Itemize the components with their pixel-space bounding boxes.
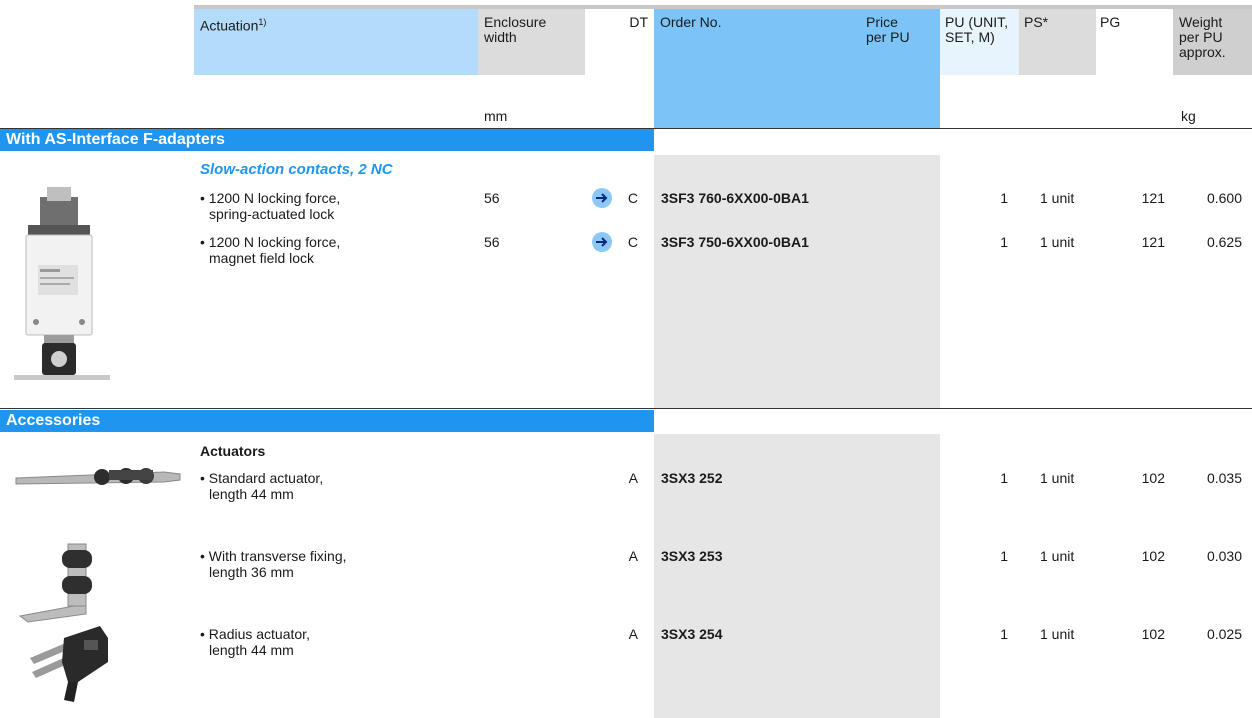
subheading: Actuators: [200, 443, 266, 459]
pg-cell: 102: [1141, 548, 1165, 564]
actuation-cell: • Radius actuator, length 44 mm: [200, 626, 310, 658]
divider: [0, 408, 1252, 409]
header-pu: PU (UNIT, SET, M): [945, 14, 1008, 45]
weight-cell: 0.025: [1206, 626, 1242, 642]
order-no-cell: 3SX3 252: [661, 470, 723, 486]
actuation-line: • Radius actuator,: [200, 626, 310, 642]
actuation-line: length 44 mm: [209, 486, 294, 502]
ps-cell: 1 unit: [1040, 234, 1075, 250]
header-price-per-pu: Price per PU: [866, 14, 910, 45]
header-enclosure-width: Enclosure width: [484, 14, 547, 45]
weight-cell: 0.035: [1206, 470, 1242, 486]
dt-cell: C: [627, 190, 638, 206]
pu-cell: 1: [1000, 470, 1008, 486]
weight-cell: 0.600: [1206, 190, 1242, 206]
actuation-line: • Standard actuator,: [200, 470, 324, 486]
subheading: Slow-action contacts, 2 NC: [200, 161, 393, 178]
pu-cell: 1: [1000, 234, 1008, 250]
header-weight: Weight per PU approx.: [1179, 14, 1226, 60]
actuation-line: length 36 mm: [209, 564, 294, 580]
enclosure-width-cell: 56: [484, 234, 500, 250]
dt-cell: A: [628, 626, 638, 642]
pu-cell: 1: [1000, 190, 1008, 206]
ps-cell: 1 unit: [1040, 190, 1075, 206]
header-dt: DT: [629, 14, 648, 30]
weight-unit: kg: [1181, 108, 1196, 124]
pg-cell: 121: [1141, 234, 1165, 250]
actuation-cell: • 1200 N locking force, magnet field loc…: [200, 234, 340, 266]
actuation-cell: • With transverse fixing, length 36 mm: [200, 548, 347, 580]
radius-actuator-image: [28, 622, 112, 706]
arrow-right-icon: [592, 188, 612, 208]
order-no-cell: 3SF3 760-6XX00-0BA1: [661, 190, 809, 206]
pg-cell: 102: [1141, 626, 1165, 642]
ps-cell: 1 unit: [1040, 548, 1075, 564]
actuation-line: spring-actuated lock: [209, 206, 335, 222]
actuation-line: • 1200 N locking force,: [200, 234, 341, 250]
order-no-cell: 3SX3 254: [661, 626, 723, 642]
order-no-cell: 3SX3 253: [661, 548, 723, 564]
actuation-line: magnet field lock: [209, 250, 315, 266]
arrow-right-icon: [592, 232, 612, 252]
pu-cell: 1: [1000, 626, 1008, 642]
header-pg: PG: [1100, 14, 1121, 30]
actuation-line: • 1200 N locking force,: [200, 190, 341, 206]
footnote-marker: 1): [258, 17, 267, 27]
ps-cell: 1 unit: [1040, 626, 1075, 642]
weight-cell: 0.625: [1206, 234, 1242, 250]
ps-cell: 1 unit: [1040, 470, 1075, 486]
safety-switch-image: [14, 185, 110, 390]
order-no-cell: 3SF3 750-6XX00-0BA1: [661, 234, 809, 250]
section-header: With AS-Interface F-adapters: [0, 129, 654, 151]
dt-cell: A: [628, 470, 638, 486]
transverse-actuator-image: [18, 538, 108, 624]
pg-cell: 102: [1141, 470, 1165, 486]
actuation-cell: • 1200 N locking force, spring-actuated …: [200, 190, 340, 222]
actuation-cell: • Standard actuator, length 44 mm: [200, 470, 323, 502]
pu-cell: 1: [1000, 548, 1008, 564]
header-ps: PS*: [1024, 14, 1049, 30]
header-order-no: Order No.: [660, 14, 722, 30]
actuation-line: length 44 mm: [209, 642, 294, 658]
header-actuation: Actuation1): [200, 17, 267, 34]
weight-cell: 0.030: [1206, 548, 1242, 564]
standard-actuator-image: [14, 460, 184, 496]
section-header: Accessories: [0, 410, 654, 432]
enclosure-unit: mm: [484, 108, 508, 124]
dt-cell: A: [628, 548, 638, 564]
pg-cell: 121: [1141, 190, 1165, 206]
actuation-line: • With transverse fixing,: [200, 548, 347, 564]
dt-cell: C: [627, 234, 638, 250]
enclosure-width-cell: 56: [484, 190, 500, 206]
